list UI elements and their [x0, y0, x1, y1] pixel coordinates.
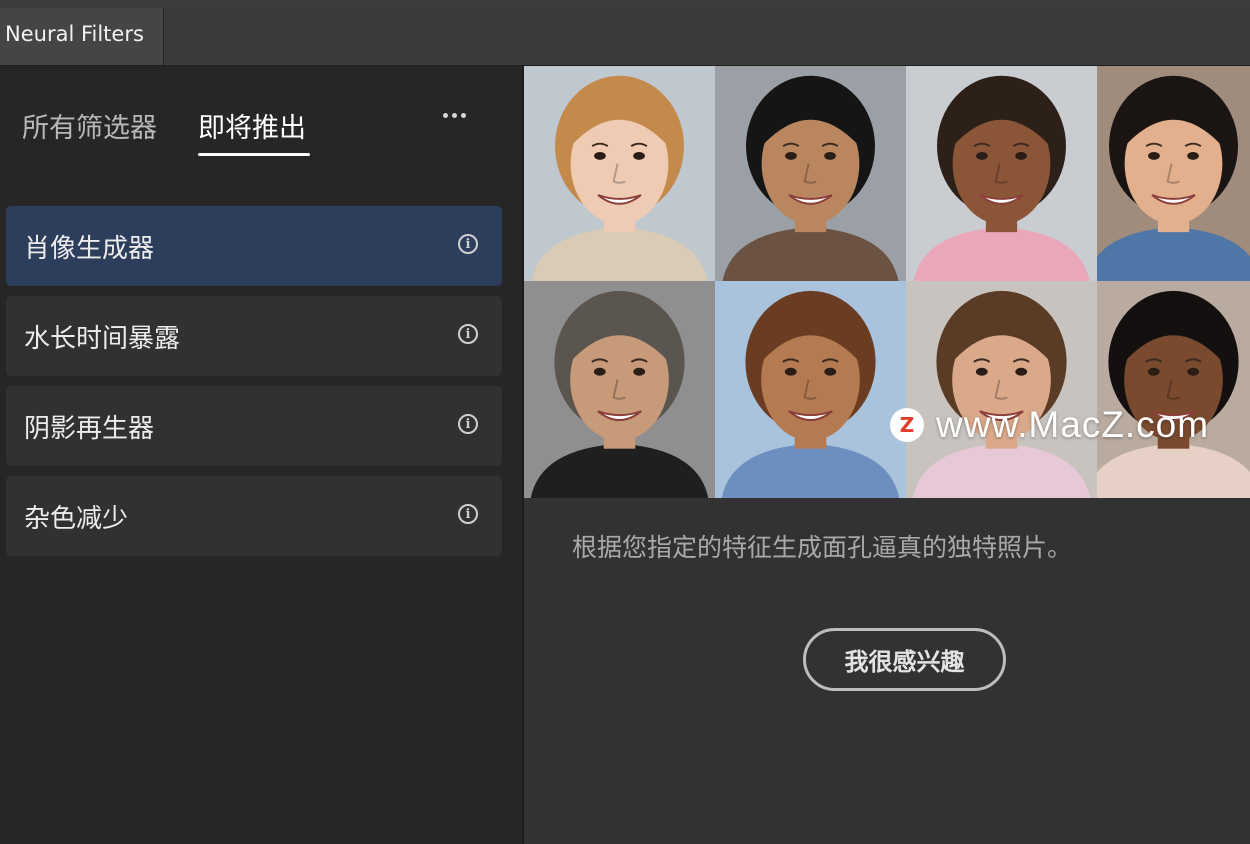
portrait-tile [1097, 66, 1250, 281]
filter-item-label: 肖像生成器 [24, 234, 155, 264]
portrait-tile [524, 66, 715, 281]
filter-item-long-exposure[interactable]: 水长时间暴露 [6, 296, 502, 376]
filters-sidebar: 所有筛选器 即将推出 肖像生成器 水长时间暴露 阴影再生器 杂色减少 [0, 66, 523, 844]
filter-detail-panel: Z www.MacZ.com 根据您指定的特征生成面孔逼真的独特照片。 我很感兴… [524, 66, 1250, 844]
filter-item-shadow-regenerator[interactable]: 阴影再生器 [6, 386, 502, 466]
filter-description: 根据您指定的特征生成面孔逼真的独特照片。 [572, 533, 1073, 562]
neural-filters-window: Neural Filters 所有筛选器 即将推出 肖像生成器 水长时间暴露 阴… [0, 0, 1250, 844]
watermark-text: www.MacZ.com [936, 404, 1210, 445]
window-top-strip [0, 0, 1250, 8]
filter-item-noise-reduction[interactable]: 杂色减少 [6, 476, 502, 556]
filter-item-label: 阴影再生器 [24, 414, 155, 444]
portrait-tile [906, 66, 1097, 281]
more-horizontal-icon[interactable] [436, 102, 472, 128]
active-tab-indicator [198, 153, 310, 156]
watermark: Z www.MacZ.com [890, 404, 1209, 446]
portrait-tile [906, 281, 1097, 498]
filter-item-portrait-generator[interactable]: 肖像生成器 [6, 206, 502, 286]
portrait-tile [524, 281, 715, 498]
info-icon[interactable] [458, 234, 478, 254]
info-icon[interactable] [458, 504, 478, 524]
watermark-logo-icon: Z [890, 408, 924, 442]
portrait-tile [1097, 281, 1250, 498]
tab-neural-filters[interactable]: Neural Filters [0, 8, 164, 65]
tab-coming-soon[interactable]: 即将推出 [198, 106, 306, 145]
filter-item-label: 水长时间暴露 [24, 324, 181, 354]
info-icon[interactable] [458, 414, 478, 434]
tab-bar: Neural Filters [0, 8, 1250, 66]
portrait-tile [715, 281, 906, 498]
info-icon[interactable] [458, 324, 478, 344]
interested-button[interactable]: 我很感兴趣 [803, 628, 1006, 691]
filter-item-label: 杂色减少 [24, 504, 129, 534]
tab-all-filters[interactable]: 所有筛选器 [22, 106, 157, 145]
portrait-tile [715, 66, 906, 281]
